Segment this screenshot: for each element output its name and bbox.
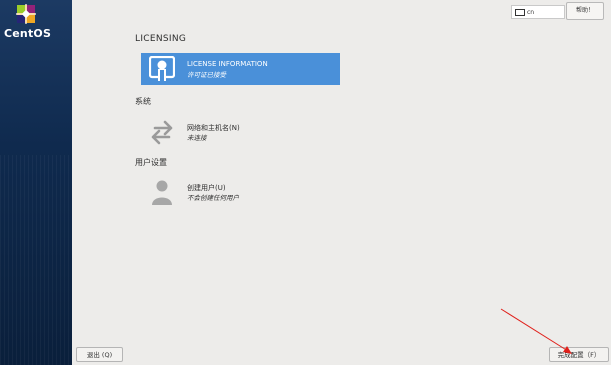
keyboard-icon	[515, 9, 525, 16]
brand-name: CentOS	[4, 27, 52, 40]
quit-button[interactable]: 退出 (Q)	[76, 347, 123, 362]
sidebar: CentOS	[0, 0, 72, 365]
section-heading-system: 系统	[135, 97, 151, 106]
spoke-license-information[interactable]: LICENSE INFORMATION 许可证已接受	[141, 53, 340, 85]
user-icon	[152, 180, 172, 205]
spoke-user-status: 不会创建任何用户	[187, 194, 239, 202]
spoke-network-hostname[interactable]: 网络和主机名(N) 未连接	[141, 116, 340, 148]
centos-logo-icon	[16, 4, 36, 24]
spoke-create-user[interactable]: 创建用户(U) 不会创建任何用户	[141, 176, 340, 208]
keyboard-layout-label: cn	[527, 9, 535, 16]
spoke-license-status: 许可证已接受	[187, 71, 226, 79]
spoke-network-status: 未连接	[187, 134, 207, 142]
keyboard-layout-indicator[interactable]: cn	[511, 5, 565, 19]
spoke-license-title: LICENSE INFORMATION	[187, 60, 268, 68]
license-icon	[149, 56, 175, 81]
section-heading-licensing: LICENSING	[135, 34, 187, 44]
finish-configuration-button[interactable]: 完成配置（F）	[549, 347, 609, 362]
network-arrows-icon	[151, 120, 173, 145]
section-heading-user-settings: 用户设置	[135, 158, 167, 167]
help-button[interactable]: 帮助！	[566, 2, 604, 20]
